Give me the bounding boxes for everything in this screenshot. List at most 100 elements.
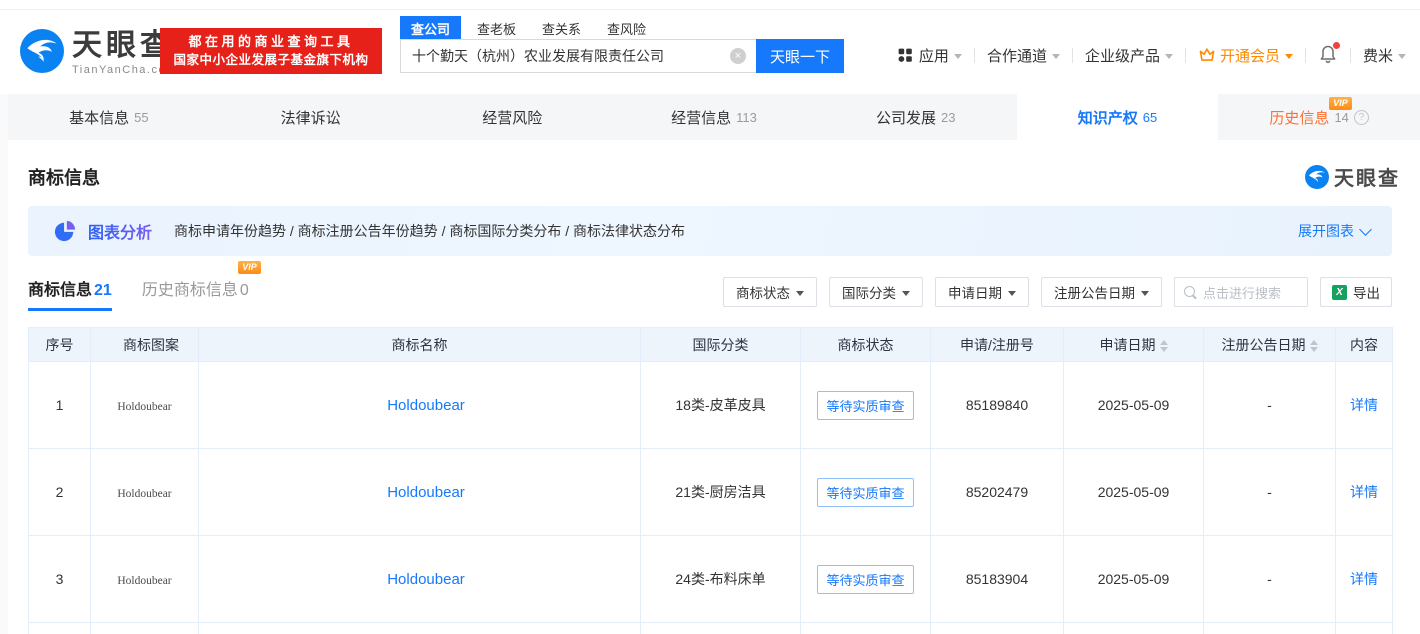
tianyancha-watermark: 天眼查 [1305, 162, 1400, 191]
cell-name: Holdoubear [198, 535, 641, 623]
search-placeholder: 点击进行搜索 [1203, 285, 1282, 301]
pie-chart-icon [54, 220, 76, 242]
cell-name: Holdoubear [198, 448, 641, 536]
chevron-down-icon [1398, 53, 1406, 59]
caret-down-icon [902, 290, 910, 296]
search-tab-company[interactable]: 查公司 [400, 15, 462, 41]
company-search-input[interactable] [400, 39, 756, 73]
filter-apply-date[interactable]: 申请日期 [935, 277, 1029, 307]
search-row: 天眼一下 [400, 39, 844, 73]
tab-history-trademarks[interactable]: VIP 历史商标信息 0 [142, 261, 261, 311]
nav-item-enterprise[interactable]: 企业级产品 [1085, 45, 1173, 66]
tab-label: 经营风险 [482, 109, 543, 127]
col-content: 内容 [1335, 327, 1393, 362]
col-intl-class: 国际分类 [640, 327, 801, 362]
trademark-image[interactable]: Holdoubear [90, 448, 199, 536]
nav-item-vip[interactable]: 开通会员 [1198, 45, 1293, 66]
tab-basic-info[interactable]: 基本信息 55 [8, 94, 210, 140]
tab-current-trademarks[interactable]: 商标信息 21 [28, 276, 112, 311]
vip-badge: VIP [238, 261, 261, 274]
cell-content: 详情 [1335, 535, 1393, 623]
nav-cooperation-label: 合作通道 [986, 47, 1047, 65]
detail-link[interactable]: 详情 [1350, 397, 1378, 413]
notification-dot [1332, 42, 1340, 49]
filter-label: 商标状态 [736, 286, 790, 301]
trademark-name-link[interactable]: Holdoubear [387, 571, 465, 588]
tab-label: 经营信息 [671, 109, 732, 127]
tab-history-info[interactable]: VIP 历史信息 14 [1218, 94, 1420, 140]
cell-reg-no: 85183904 [930, 535, 1064, 623]
clear-input-icon[interactable] [730, 48, 746, 64]
cell-no: 2 [28, 448, 91, 536]
divider [973, 47, 975, 63]
expand-charts-button[interactable]: 展开图表 [1298, 221, 1372, 241]
chevron-down-icon [1359, 222, 1372, 236]
trademark-image[interactable]: Holdoubear [90, 535, 199, 623]
search-tab-relation[interactable]: 查关系 [542, 19, 581, 38]
col-status: 商标状态 [800, 327, 931, 362]
search-submit-button[interactable]: 天眼一下 [756, 39, 844, 73]
trademark-image-text: Holdoubear [117, 575, 172, 587]
caret-down-icon [1141, 290, 1149, 296]
filter-intl-class[interactable]: 国际分类 [829, 277, 923, 307]
tab-label: 历史信息 [1269, 109, 1330, 127]
filter-reg-announce-date[interactable]: 注册公告日期 [1041, 277, 1162, 307]
tab-company-development[interactable]: 公司发展 23 [815, 94, 1017, 140]
col-announce-date[interactable]: 注册公告日期 [1203, 327, 1336, 362]
tab-operation-risk[interactable]: 经营风险 [411, 94, 613, 140]
tab-legal-litigation[interactable]: 法律诉讼 [210, 94, 412, 140]
filter-toolbar: 商标状态 国际分类 申请日期 注册公告日期 点击进行搜索 导出 [711, 277, 1392, 311]
search-tab-risk[interactable]: 查风险 [607, 19, 646, 38]
chart-analysis-items: 商标申请年份趋势 / 商标注册公告年份趋势 / 商标国际分类分布 / 商标法律状… [174, 223, 686, 239]
chevron-down-icon [1051, 53, 1060, 59]
tab-operation-info[interactable]: 经营信息 113 [613, 94, 815, 140]
detail-link[interactable]: 详情 [1350, 571, 1378, 587]
tab-label: 基本信息 [69, 109, 130, 127]
divider [1304, 47, 1306, 63]
col-apply-date[interactable]: 申请日期 [1063, 327, 1204, 362]
search-tabs: 查公司 查老板 查关系 查风险 [400, 15, 844, 41]
user-nav: 应用 合作通道 企业级产品 开通会员 费米 [897, 42, 1406, 68]
chevron-down-icon [1284, 53, 1293, 59]
tab-intellectual-property[interactable]: 知识产权 65 [1016, 94, 1219, 140]
search-tab-boss[interactable]: 查老板 [477, 19, 516, 38]
trademark-name-link[interactable]: Holdoubear [387, 397, 465, 414]
help-question-icon[interactable] [1353, 109, 1369, 125]
table-search-input[interactable]: 点击进行搜索 [1174, 277, 1308, 307]
filter-trademark-status[interactable]: 商标状态 [723, 277, 817, 307]
status-badge[interactable]: 等待实质审查 [817, 477, 914, 507]
export-button[interactable]: 导出 [1320, 277, 1392, 307]
tab-count: 65 [1142, 110, 1158, 125]
trademark-name-link[interactable]: Holdoubear [387, 484, 465, 501]
nav-item-username[interactable]: 费米 [1363, 45, 1406, 66]
nav-enterprise-label: 企业级产品 [1084, 47, 1160, 65]
sort-icon[interactable] [1159, 339, 1168, 352]
promo-line1: 都在用的商业查询工具 [188, 34, 354, 49]
nav-item-cooperation[interactable]: 合作通道 [987, 45, 1060, 66]
page-top-strip [0, 0, 1420, 10]
col-label: 注册公告日期 [1221, 336, 1306, 353]
sort-icon[interactable] [1309, 339, 1318, 352]
tianyancha-logo-icon[interactable] [20, 29, 64, 73]
status-badge[interactable]: 等待实质审查 [817, 564, 914, 594]
chevron-down-icon [1164, 53, 1173, 59]
nav-vip-label: 开通会员 [1219, 47, 1280, 65]
detail-link[interactable]: 详情 [1350, 484, 1378, 500]
nav-item-apps[interactable]: 应用 [897, 45, 962, 66]
watermark-logo-icon [1305, 164, 1329, 189]
cell-no: 3 [28, 535, 91, 623]
trademark-image[interactable]: Holdoubear [90, 361, 199, 449]
filter-label: 国际分类 [842, 286, 896, 301]
status-badge[interactable]: 等待实质审查 [817, 390, 914, 420]
cell-reg-no: 85202479 [930, 448, 1064, 536]
tab-count: 55 [134, 110, 149, 125]
table-row-partial [28, 622, 1393, 634]
list-controls: 商标信息 21 VIP 历史商标信息 0 商标状态 国际分类 申请日期 注册公告日期 [28, 261, 1392, 311]
tab-label: 知识产权 [1077, 109, 1138, 127]
excel-icon [1332, 284, 1347, 300]
nav-apps-label: 应用 [918, 47, 949, 65]
cell-announce-date: - [1203, 535, 1336, 623]
notification-bell-icon[interactable] [1318, 42, 1340, 66]
trademark-list-tabs: 商标信息 21 VIP 历史商标信息 0 [28, 261, 279, 311]
cell-apply-date: 2025-05-09 [1063, 535, 1204, 623]
